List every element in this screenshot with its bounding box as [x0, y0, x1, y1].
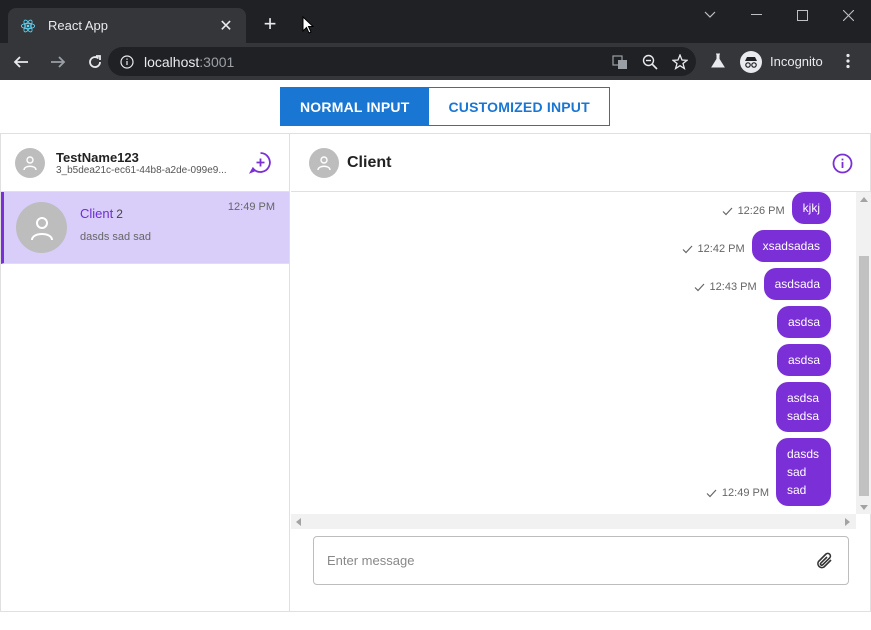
chat-panel: Client 12:26 PM kjkj 12:42 PM xsadsadas … — [291, 134, 871, 611]
check-icon — [722, 207, 733, 215]
user-icon — [30, 216, 53, 240]
window-close-icon[interactable] — [825, 0, 871, 30]
incognito-label: Incognito — [770, 54, 823, 69]
message-input[interactable] — [327, 553, 816, 568]
incognito-icon — [740, 50, 762, 73]
message-composer — [313, 536, 849, 585]
message-list: 12:26 PM kjkj 12:42 PM xsadsadas 12:43 P… — [291, 192, 871, 529]
conversation-name: Client — [80, 205, 114, 221]
bookmark-star-icon[interactable] — [672, 53, 688, 70]
message: 12:42 PM xsadsadas — [682, 230, 831, 262]
message-bubble: asdsa sadsa — [776, 382, 831, 432]
translate-icon[interactable] — [612, 54, 628, 70]
conversation-item-client[interactable]: Client 2 dasds sad sad 12:49 PM — [1, 192, 289, 264]
message-time: 12:43 PM — [709, 281, 757, 293]
message-bubble: xsadsadas — [751, 230, 831, 262]
message-bubble: asdsa — [776, 344, 831, 376]
message: asdsa sadsa — [776, 382, 831, 432]
new-tab-icon[interactable]: + — [258, 13, 282, 35]
info-icon[interactable] — [832, 153, 853, 174]
customized-input-button[interactable]: CUSTOMIZED INPUT — [429, 87, 610, 126]
attach-icon[interactable] — [816, 551, 834, 571]
tab-search-icon[interactable] — [687, 0, 733, 30]
url-text: localhost:3001 — [144, 53, 235, 70]
address-bar[interactable]: localhost:3001 — [108, 47, 696, 76]
react-logo-icon — [20, 19, 36, 32]
mouse-cursor-icon — [302, 16, 314, 34]
chat-header: Client — [291, 134, 871, 192]
tab-title: React App — [48, 18, 108, 33]
avatar — [309, 147, 339, 178]
browser-toolbar: localhost:3001 Incognito — [0, 43, 871, 80]
window-controls — [687, 0, 871, 32]
minimize-icon[interactable] — [733, 0, 779, 30]
message: 12:49 PM dasds sad sad — [706, 438, 831, 506]
message: asdsa — [776, 306, 831, 338]
current-user-header: TestName123 3_b5dea21c-ec61-44b8-a2de-09… — [1, 134, 289, 192]
horizontal-scrollbar[interactable] — [291, 514, 856, 529]
unread-count: 2 — [116, 206, 123, 221]
chat-container: TestName123 3_b5dea21c-ec61-44b8-a2de-09… — [0, 133, 871, 612]
vertical-scrollbar[interactable] — [856, 192, 871, 514]
page: NORMAL INPUT CUSTOMIZED INPUT TestName12… — [0, 80, 871, 630]
avatar — [16, 202, 67, 253]
message: 12:43 PM asdsada — [694, 268, 831, 300]
scroll-right-arrow-icon[interactable] — [845, 518, 850, 526]
reload-icon[interactable] — [79, 48, 111, 76]
check-icon — [706, 489, 717, 497]
user-icon — [317, 155, 331, 170]
scroll-down-arrow-icon[interactable] — [860, 505, 868, 510]
message-bubble: kjkj — [791, 192, 831, 224]
labs-flask-icon[interactable] — [710, 53, 726, 69]
zoom-icon[interactable] — [642, 54, 658, 70]
avatar — [15, 147, 45, 178]
message-time: 12:42 PM — [697, 243, 745, 255]
message: 12:26 PM kjkj — [722, 192, 831, 224]
message-time: 12:49 PM — [721, 487, 769, 499]
input-mode-toggle: NORMAL INPUT CUSTOMIZED INPUT — [280, 87, 610, 126]
site-info-icon[interactable] — [120, 54, 134, 69]
scrollbar-thumb[interactable] — [859, 256, 869, 496]
user-icon — [23, 155, 37, 170]
new-chat-icon[interactable] — [249, 151, 272, 174]
current-user-id: 3_b5dea21c-ec61-44b8-a2de-099e9... — [56, 164, 227, 176]
message-time: 12:26 PM — [737, 205, 785, 217]
current-user-name: TestName123 — [56, 149, 139, 165]
message-bubble: asdsada — [763, 268, 831, 300]
incognito-profile[interactable]: Incognito — [740, 49, 823, 74]
conversation-last-message: dasds sad sad — [80, 230, 151, 243]
back-icon[interactable] — [5, 48, 37, 76]
browser-tab[interactable]: React App ✕ — [8, 8, 246, 43]
message-bubble: dasds sad sad — [776, 438, 831, 506]
message: asdsa — [776, 344, 831, 376]
chat-title: Client — [347, 153, 392, 171]
normal-input-button[interactable]: NORMAL INPUT — [280, 87, 430, 126]
scroll-left-arrow-icon[interactable] — [296, 518, 301, 526]
check-icon — [694, 283, 704, 291]
tab-close-icon[interactable]: ✕ — [218, 16, 234, 36]
forward-icon[interactable] — [42, 48, 74, 76]
check-icon — [682, 245, 692, 253]
browser-tab-strip: React App ✕ + — [0, 0, 871, 43]
conversation-time: 12:49 PM — [227, 201, 275, 213]
browser-menu-icon[interactable] — [845, 53, 851, 69]
message-bubble: asdsa — [776, 306, 831, 338]
maximize-icon[interactable] — [779, 0, 825, 30]
scroll-up-arrow-icon[interactable] — [860, 197, 868, 202]
conversation-sidebar: TestName123 3_b5dea21c-ec61-44b8-a2de-09… — [1, 134, 290, 611]
